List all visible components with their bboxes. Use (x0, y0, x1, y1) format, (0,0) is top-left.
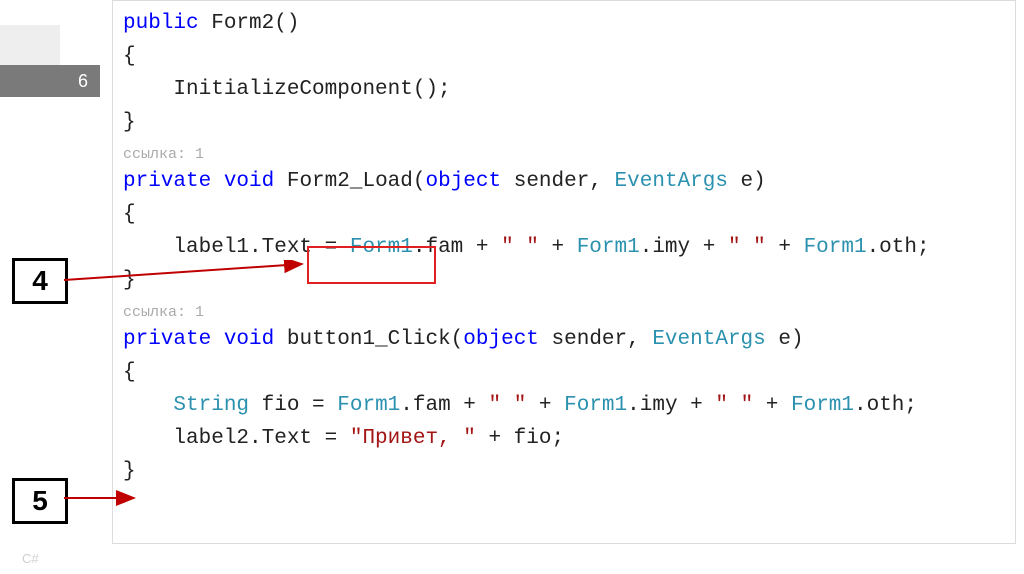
code-token (123, 394, 173, 417)
code-token: button1_Click( (274, 328, 463, 351)
codelens-reference: ссылка: 1 (123, 303, 1005, 323)
code-token: { (123, 361, 136, 384)
page-number: 6 (78, 71, 88, 92)
code-token: " " (715, 394, 753, 417)
code-token: e) (766, 328, 804, 351)
code-token: "Привет, " (350, 427, 476, 450)
code-token: sender, (501, 170, 614, 193)
code-token: { (123, 203, 136, 226)
code-token: } (123, 460, 136, 483)
code-token: Form1 (577, 236, 640, 259)
code-token: .imy + (640, 236, 728, 259)
code-token: EventArgs (652, 328, 765, 351)
page-number-badge: 6 (0, 65, 100, 97)
code-token: label2.Text = (123, 427, 350, 450)
code-token: .fam + (400, 394, 488, 417)
code-token: + fio; (476, 427, 564, 450)
code-token: } (123, 111, 136, 134)
code-token: { (123, 45, 136, 68)
code-token: .imy + (627, 394, 715, 417)
code-block: public Form2() { InitializeComponent(); … (112, 0, 1016, 544)
code-token: Form1 (350, 236, 413, 259)
code-token: Form2() (199, 12, 300, 35)
code-token: + (526, 394, 564, 417)
code-token: " " (728, 236, 766, 259)
code-token: object (463, 328, 539, 351)
code-token: Form1 (337, 394, 400, 417)
code-token: void (224, 170, 274, 193)
code-token: .oth; (867, 236, 930, 259)
code-token: fio = (249, 394, 337, 417)
code-token: private (123, 170, 211, 193)
code-token: Form2_Load( (274, 170, 425, 193)
code-token: Form1 (791, 394, 854, 417)
code-token: .oth; (854, 394, 917, 417)
code-token: InitializeComponent(); (123, 78, 451, 101)
code-token: sender, (539, 328, 652, 351)
code-token: public (123, 12, 199, 35)
code-token: label1.Text = (123, 236, 350, 259)
code-token: Form1 (804, 236, 867, 259)
code-token: .fam + (413, 236, 501, 259)
footer-label: C# (22, 551, 39, 566)
code-token: e) (728, 170, 766, 193)
code-token: } (123, 269, 136, 292)
code-token: private (123, 328, 211, 351)
code-token: EventArgs (615, 170, 728, 193)
code-token: + (753, 394, 791, 417)
callout-label: 4 (32, 265, 48, 297)
code-token: " " (501, 236, 539, 259)
code-token: Form1 (564, 394, 627, 417)
code-token: object (425, 170, 501, 193)
codelens-reference: ссылка: 1 (123, 145, 1005, 165)
callout-5: 5 (12, 478, 68, 524)
callout-4: 4 (12, 258, 68, 304)
code-token: + (539, 236, 577, 259)
code-token: + (766, 236, 804, 259)
code-token: void (224, 328, 274, 351)
callout-label: 5 (32, 485, 48, 517)
code-token: String (173, 394, 249, 417)
code-token: " " (489, 394, 527, 417)
